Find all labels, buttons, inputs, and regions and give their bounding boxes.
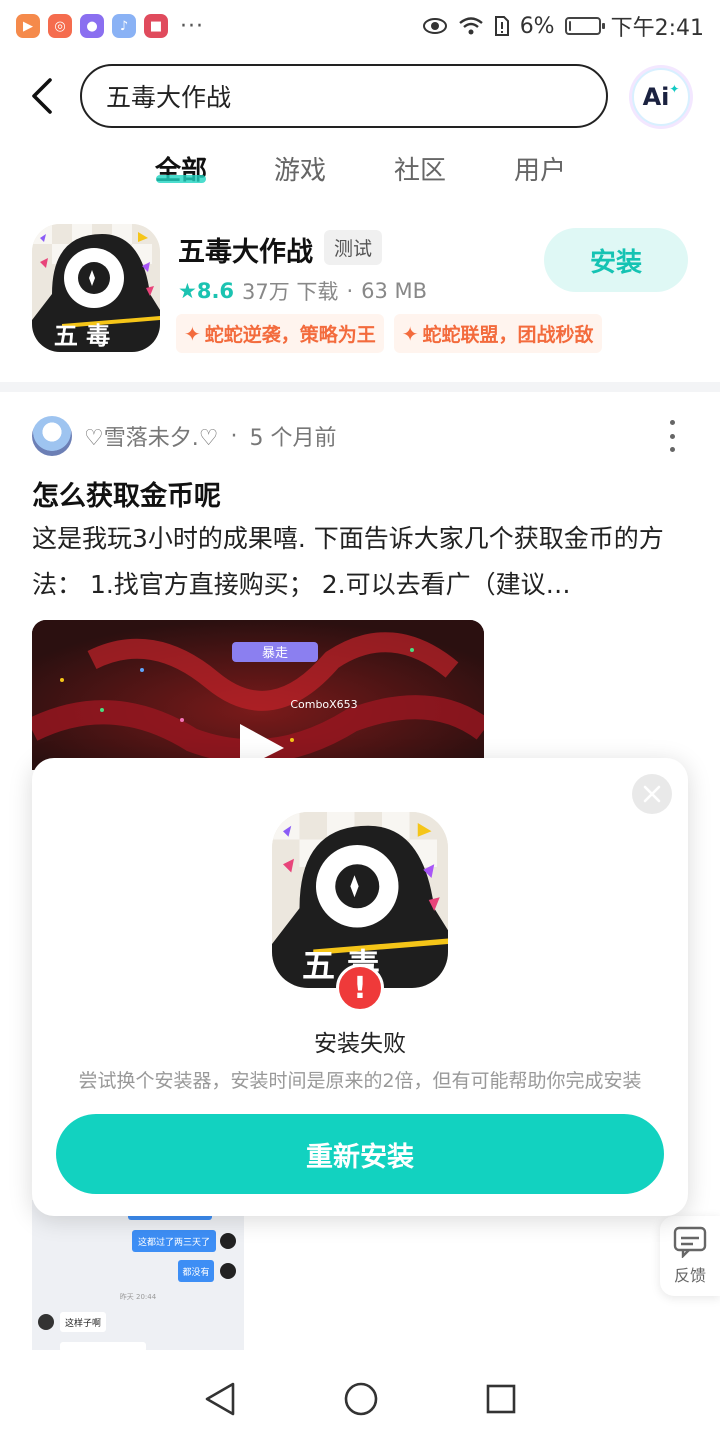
install-button[interactable]: 安装 [544,228,688,292]
ai-assistant-button[interactable]: Ai ✦ [632,68,690,126]
feedback-label: 反馈 [673,1266,706,1285]
section-divider [0,382,720,392]
battery-percent: 6% [519,13,555,39]
tab-users[interactable]: 用户 [485,150,595,187]
post-time: 5 个月前 [249,426,337,451]
post-video-thumbnail[interactable]: 暴走 ComboX653 [32,620,484,770]
search-input[interactable]: 五毒大作战 [80,64,608,128]
search-tabs: 全部 游戏 社区 用户 [0,150,720,200]
app-name[interactable]: 五毒大作战 [178,230,313,269]
battery-icon [564,17,605,35]
install-failed-dialog: 五 毒 ! 安装失败 尝试换个安装器，安装时间是原来的2倍，但有可能帮助你完成安… [32,758,688,1216]
game-logo-icon: 五 毒 [272,812,448,988]
highlight-text: 蛇蛇逆袭，策略为王 [204,324,376,346]
app-icon-text: 五 毒 [54,322,110,350]
rating-value: 8.6 [196,279,235,303]
meta-separator: · [230,423,238,449]
reinstall-button[interactable]: 重新安装 [56,1114,664,1194]
eye-icon [422,18,447,34]
game-app-icon: ◎ [48,14,72,38]
sparkle-icon: ✦ [401,321,419,346]
tab-label: 社区 [393,156,446,186]
status-time: 下午2:41 [610,16,704,41]
tab-all[interactable]: 全部 [126,150,236,186]
error-badge-icon: ! [336,964,384,1012]
feedback-icon [673,1226,707,1258]
dialog-app-icon: 五 毒 [272,812,448,988]
close-icon [643,785,661,803]
game-logo-icon: 五 毒 [32,224,160,352]
close-button[interactable] [632,774,672,814]
back-triangle-icon[interactable] [203,1381,237,1417]
dialog-title: 安装失败 [314,1031,406,1057]
tab-games[interactable]: 游戏 [245,150,355,187]
rating: ★8.6 [178,279,234,303]
avatar[interactable] [32,416,72,456]
download-count: 37万 下载 [242,280,339,304]
highlight-tag: ✦ 蛇蛇联盟，团战秒敌 [393,314,602,353]
chat-time: 昨天 20:44 [120,1292,157,1301]
video-app-icon: ▶ [16,14,40,38]
recorder-app-icon: ■ [144,14,168,38]
chat-message: 都没有 [182,1266,209,1278]
sparkle-icon: ✦ [184,321,201,346]
highlight-text: 蛇蛇联盟，团战秒敌 [422,324,594,346]
test-tag: 测试 [324,230,383,265]
system-nav-bar [0,1358,720,1440]
video-label: 暴走 [262,646,288,661]
app-meta: ★8.6 37万 下载 · 63 MB [178,276,427,306]
tab-label: 用户 [513,156,566,186]
ai-label: Ai [642,83,670,111]
star-icon: ★ [178,279,197,303]
messenger-app-icon: ● [80,14,104,38]
meta-separator: · [346,279,354,303]
dialog-subtitle: 尝试换个安装器，安装时间是原来的2倍，但有可能帮助你完成安装 [78,1070,642,1092]
post-author[interactable]: ♡雪落未夕.♡ [84,420,218,452]
app-size: 63 MB [361,279,428,303]
wifi-icon [458,17,483,35]
highlight-tag: ✦ 蛇蛇逆袭，策略为王 [176,314,384,353]
tab-community[interactable]: 社区 [365,150,475,187]
video-frame: 暴走 ComboX653 [32,620,484,770]
more-options-icon[interactable] [662,420,682,452]
back-arrow-icon [32,78,52,114]
chat-screenshot-image: 这都过了两三天了 都没有 昨天 20:44 这样子啊 [32,1200,244,1350]
app-result-card[interactable]: 五 毒 五毒大作战 测试 ★8.6 37万 下载 · 63 MB ✦ 蛇蛇逆袭，策… [0,222,720,362]
search-header: 五毒大作战 Ai ✦ [0,60,720,136]
search-query: 五毒大作战 [106,83,232,112]
feedback-button[interactable]: 反馈 [660,1216,720,1296]
tab-label: 游戏 [273,156,326,186]
back-button[interactable] [22,72,62,120]
highlight-tags: ✦ 蛇蛇逆袭，策略为王 ✦ 蛇蛇联盟，团战秒敌 [176,314,602,353]
combo-text: ComboX653 [290,698,357,711]
status-bar-system: 6% 下午2:41 [422,10,704,42]
more-notifications-icon: ··· [180,13,204,39]
app-icon[interactable]: 五 毒 [32,224,160,352]
post-body[interactable]: 这是我玩3小时的成果嘻. 下面告诉大家几个获取金币的方法： 1.找官方直接购买；… [32,516,682,608]
post-chat-screenshot[interactable]: 这都过了两三天了 都没有 昨天 20:44 这样子啊 [32,1200,244,1350]
tab-active-indicator [156,175,206,183]
sim-alert-icon [494,16,509,36]
chat-message: 这样子啊 [65,1317,101,1329]
post-title[interactable]: 怎么获取金币呢 [32,474,221,513]
post-author-row: ♡雪落未夕.♡ · 5 个月前 [32,416,336,456]
recents-square-icon[interactable] [485,1383,517,1415]
sparkle-icon: ✦ [669,82,680,96]
status-bar: ▶ ◎ ● ♪ ■ ··· 6% 下午2:41 [0,0,720,52]
status-bar-notifications: ▶ ◎ ● ♪ ■ ··· [16,14,204,39]
music-app-icon: ♪ [112,14,136,38]
chat-message: 这都过了两三天了 [138,1236,210,1248]
home-circle-icon[interactable] [343,1381,379,1417]
